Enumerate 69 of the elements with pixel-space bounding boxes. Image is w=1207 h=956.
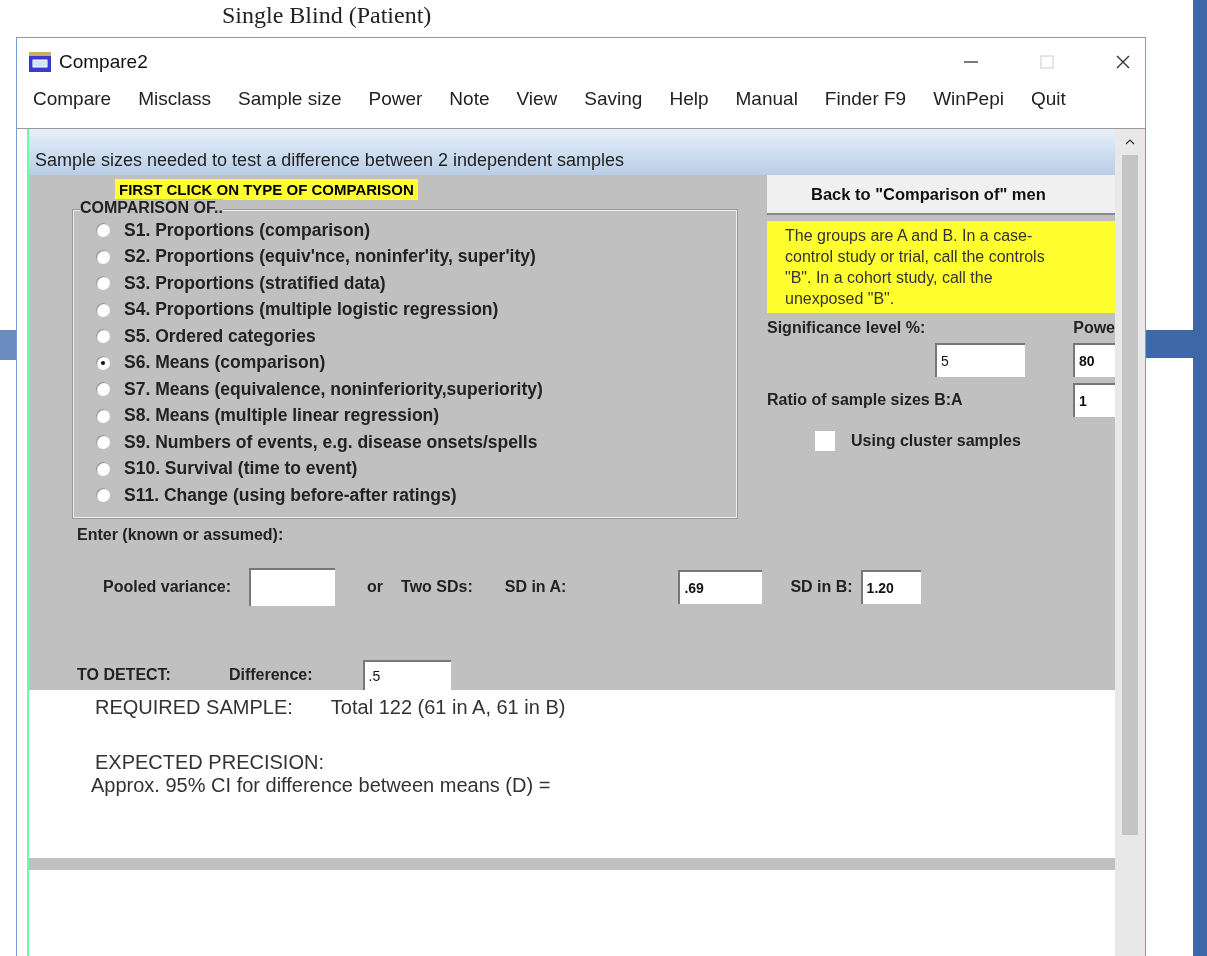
input-field[interactable]: .5 <box>362 659 451 690</box>
checkbox-label: Using cluster samples <box>851 432 1021 450</box>
input-field[interactable]: 80 <box>1073 343 1115 377</box>
radio-button[interactable] <box>96 382 110 397</box>
option-label: S5. Ordered categories <box>124 325 316 347</box>
result-label: EXPECTED PRECISION: <box>95 750 324 774</box>
result-label: REQUIRED SAMPLE: <box>95 695 293 719</box>
radio-button[interactable] <box>96 355 110 370</box>
info-note: The groups are A and B. In a case-control study or trial, call the controls "B". In a cohort study, call the unexposed "B". <box>767 221 1115 313</box>
form-header: Sample sizes needed to test a difference between 2 independent samples <box>29 129 1115 175</box>
radio-button[interactable] <box>96 408 110 423</box>
result-value: Total 122 (61 in A, 61 in B) <box>330 695 566 719</box>
option-label: S11. Change (using before-after ratings) <box>124 484 457 506</box>
window-title: Compare2 <box>59 51 148 73</box>
radio-button[interactable] <box>96 249 110 264</box>
option-label: S9. Numbers of events, e.g. disease onsets/spells <box>124 431 538 453</box>
section-label: Enter (known or assumed): <box>77 525 285 544</box>
radio-button[interactable] <box>96 302 110 317</box>
background-window-edge <box>0 330 16 360</box>
menu-item[interactable]: Finder F9 <box>824 86 907 112</box>
radio-button[interactable] <box>96 488 110 503</box>
radio-button[interactable] <box>96 461 110 476</box>
option-label: S4. Proportions (multiple logistic regression) <box>124 299 499 321</box>
scrollbar[interactable] <box>1115 129 1145 956</box>
result-text: Approx. 95% CI for difference between means (D) = <box>91 773 551 797</box>
menu-item[interactable]: Compare <box>33 86 112 112</box>
input-field[interactable] <box>249 567 336 606</box>
input-field[interactable]: 1.20 <box>860 569 921 604</box>
option-label: S3. Proportions (stratified data) <box>124 272 386 294</box>
field-label: Difference: <box>228 665 313 684</box>
option-label: S7. Means (equivalence, noninferiority,superiority) <box>124 378 543 400</box>
close-icon[interactable] <box>1115 54 1131 70</box>
field-label: Pooled variance: <box>103 577 232 596</box>
menu-item[interactable]: Note <box>449 86 490 112</box>
input-field[interactable]: 5 <box>935 343 1025 377</box>
menu-item[interactable]: Help <box>669 86 709 112</box>
input-field[interactable]: .69 <box>678 569 763 604</box>
instruction-label: FIRST CLICK ON TYPE OF COMPARISON <box>115 179 418 200</box>
option-label: S2. Proportions (equiv'nce, noninfer'ity, super'ity) <box>124 246 536 268</box>
field-label: TO DETECT: <box>77 665 171 684</box>
app-icon <box>29 52 51 72</box>
field-label: Two SDs: <box>401 577 473 596</box>
menu-item[interactable]: Power <box>368 86 423 112</box>
document-heading: Single Blind (Patient) <box>222 2 432 29</box>
menu-item[interactable]: WinPepi <box>933 86 1004 112</box>
radio-button[interactable] <box>96 223 110 238</box>
input-field[interactable]: 1 <box>1073 383 1115 417</box>
menu-item[interactable]: Saving <box>584 86 643 112</box>
field-label: SD in B: <box>790 577 853 596</box>
field-label: or <box>367 577 384 596</box>
checkbox[interactable] <box>815 431 835 451</box>
menu-item[interactable]: Sample size <box>238 86 342 112</box>
field-label: Powe <box>1073 319 1115 337</box>
back-button[interactable]: Back to "Comparison of" men <box>767 175 1115 215</box>
field-label: SD in A: <box>504 577 567 596</box>
menu-item[interactable]: View <box>516 86 558 112</box>
option-label: S8. Means (multiple linear regression) <box>124 405 440 427</box>
radio-button[interactable] <box>96 435 110 450</box>
field-label: Significance level %: <box>767 319 926 337</box>
field-label: Ratio of sample sizes B:A <box>767 391 963 409</box>
scroll-up-icon[interactable] <box>1125 139 1135 145</box>
option-label: S1. Proportions (comparison) <box>124 219 370 241</box>
option-label: S10. Survival (time to event) <box>124 458 358 480</box>
radio-button[interactable] <box>96 276 110 291</box>
option-label: S6. Means (comparison) <box>124 352 326 374</box>
menu-item[interactable]: Manual <box>735 86 798 112</box>
menu-item[interactable]: Quit <box>1030 86 1066 112</box>
menu-item[interactable]: Misclass <box>138 86 211 112</box>
radio-button[interactable] <box>96 329 110 344</box>
